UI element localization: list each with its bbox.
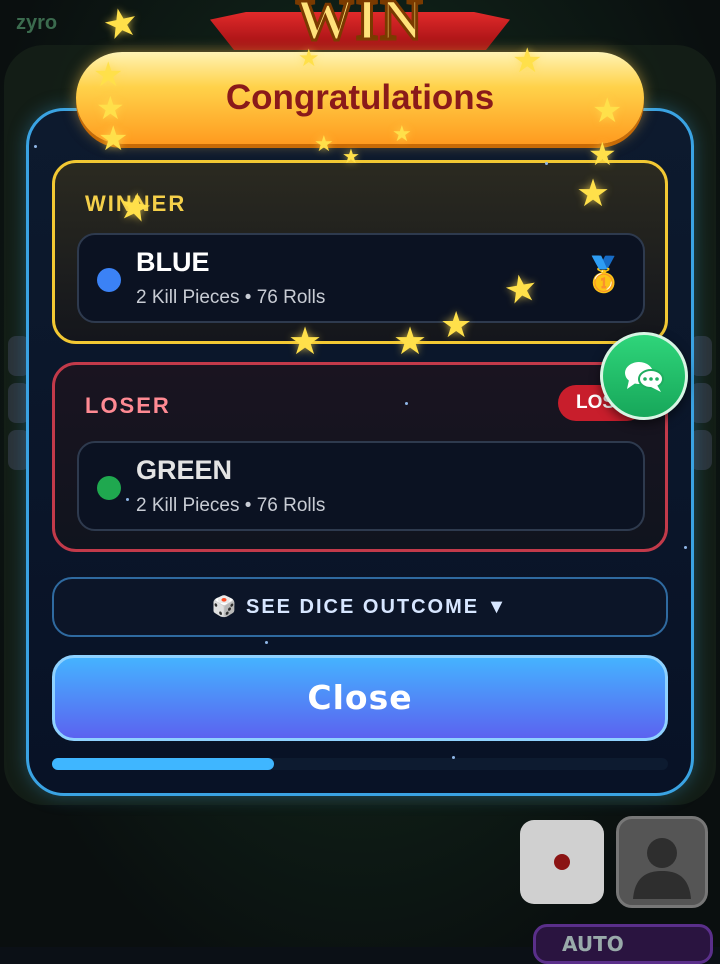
sparkle xyxy=(452,756,455,759)
dice-button[interactable] xyxy=(520,820,604,904)
star-icon: ★ xyxy=(114,182,156,232)
player-color-dot xyxy=(97,268,121,292)
loser-player-row: GREEN 2 Kill Pieces • 76 Rolls xyxy=(77,441,645,531)
star-icon: ★ xyxy=(93,55,124,95)
winner-player-name: BLUE xyxy=(136,247,210,277)
loser-player-stats: 2 Kill Pieces • 76 Rolls xyxy=(136,495,326,516)
loser-heading: LOSER xyxy=(85,393,171,418)
loser-player-name: GREEN xyxy=(136,455,233,485)
sparkle xyxy=(265,641,268,644)
win-banner-text: WIN xyxy=(294,0,425,54)
star-icon: ★ xyxy=(298,44,320,72)
star-icon: ★ xyxy=(314,132,334,157)
star-icon: ★ xyxy=(588,135,617,173)
auto-close-progress xyxy=(52,758,668,770)
star-icon: ★ xyxy=(440,305,473,346)
dialog-title: Congratulations xyxy=(225,78,495,117)
brand-logo-text: zyro xyxy=(16,12,58,34)
winner-player-stats: 2 Kill Pieces • 76 Rolls xyxy=(136,287,326,308)
auto-play-button[interactable]: AUTO xyxy=(533,924,713,964)
player-color-dot xyxy=(97,476,121,500)
winner-player-row: BLUE 2 Kill Pieces • 76 Rolls 🥇 xyxy=(77,233,645,323)
chat-icon xyxy=(625,362,664,392)
see-dice-outcome-button[interactable]: 🎲 SEE DICE OUTCOME ▼ xyxy=(52,577,668,637)
player-avatar[interactable] xyxy=(616,816,708,908)
star-icon: ★ xyxy=(288,319,323,363)
sparkle xyxy=(126,498,129,501)
close-button[interactable]: Close xyxy=(52,655,668,741)
star-icon: ★ xyxy=(592,91,623,131)
sparkle xyxy=(34,145,37,148)
medal-icon: 🥇 xyxy=(582,255,625,295)
star-icon: ★ xyxy=(512,41,543,81)
progress-fill xyxy=(52,758,274,770)
sparkle xyxy=(684,546,687,549)
star-icon: ★ xyxy=(98,0,144,51)
star-icon: ★ xyxy=(393,319,428,363)
star-icon: ★ xyxy=(98,119,129,159)
chat-button[interactable] xyxy=(600,332,688,420)
star-icon: ★ xyxy=(342,144,360,168)
congratulations-header: Congratulations xyxy=(76,52,644,144)
win-banner: WIN xyxy=(210,0,510,60)
dice-pip xyxy=(554,854,570,870)
star-icon: ★ xyxy=(392,122,412,147)
sparkle xyxy=(405,402,408,405)
star-icon: ★ xyxy=(576,171,611,215)
sparkle xyxy=(545,162,548,165)
loser-card: LOSER LOST GREEN 2 Kill Pieces • 76 Roll… xyxy=(52,362,668,552)
star-icon: ★ xyxy=(500,264,542,314)
avatar-silhouette-icon xyxy=(633,838,691,899)
